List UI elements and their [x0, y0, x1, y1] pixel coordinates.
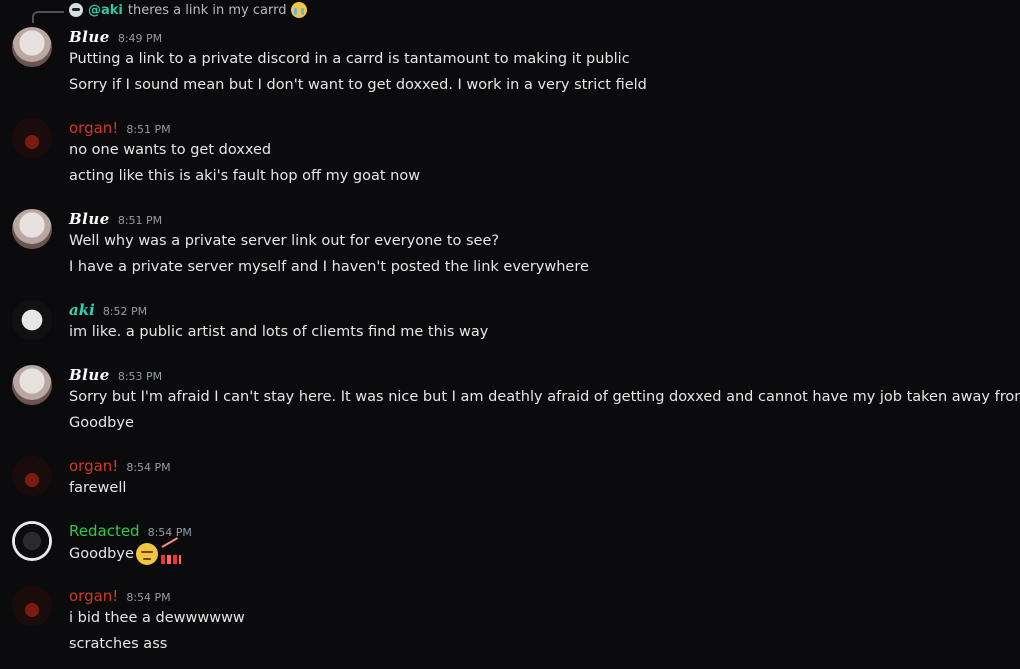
message-text: im like. a public artist and lots of cli…: [69, 324, 489, 340]
reply-author[interactable]: @aki: [88, 3, 123, 18]
avatar[interactable]: [12, 456, 52, 496]
reply-spine: [32, 11, 64, 23]
timestamp: 8:52 PM: [102, 305, 148, 318]
author-name[interactable]: aki: [69, 301, 95, 319]
message-text: farewell: [69, 480, 127, 496]
avatar[interactable]: [12, 27, 52, 67]
message-text: i bid thee a dewwwwww: [69, 610, 245, 626]
reply-avatar[interactable]: [69, 3, 83, 17]
timestamp: 8:54 PM: [147, 526, 192, 539]
message-text: Goodbye: [69, 546, 134, 562]
timestamp: 8:49 PM: [117, 32, 163, 45]
reply-text[interactable]: theres a link in my carrd: [128, 3, 287, 18]
message-text: scratches ass: [69, 636, 168, 652]
message-text: Well why was a private server link out f…: [69, 233, 500, 249]
message-text: Sorry but I'm afraid I can't stay here. …: [69, 389, 1020, 405]
timestamp: 8:54 PM: [126, 461, 171, 474]
chart-decreasing-emoji[interactable]: [160, 544, 182, 564]
message-text: acting like this is aki's fault hop off …: [69, 168, 421, 184]
chat-messages: @aki theres a link in my carrd Blue 8:49…: [0, 0, 1020, 669]
author-name[interactable]: organ!: [69, 457, 118, 475]
message-text: no one wants to get doxxed: [69, 142, 272, 158]
reply-reference[interactable]: @aki theres a link in my carrd: [69, 2, 308, 18]
timestamp: 8:53 PM: [117, 370, 163, 383]
avatar[interactable]: [12, 586, 52, 626]
author-name[interactable]: Redacted: [69, 522, 140, 540]
message-text: Sorry if I sound mean but I don't want t…: [69, 77, 647, 93]
author-name[interactable]: Blue: [69, 366, 110, 384]
author-name[interactable]: Blue: [69, 28, 110, 46]
timestamp: 8:54 PM: [126, 591, 171, 604]
avatar[interactable]: [12, 521, 52, 561]
timestamp: 8:51 PM: [126, 123, 171, 136]
message-text: Goodbye: [69, 415, 134, 431]
timestamp: 8:51 PM: [117, 214, 163, 227]
message-line: Goodbye: [69, 543, 182, 565]
avatar[interactable]: [12, 118, 52, 158]
author-name[interactable]: organ!: [69, 119, 118, 137]
pensive-face-emoji[interactable]: [135, 543, 158, 565]
avatar[interactable]: [12, 209, 52, 249]
loudly-crying-face-emoji: [291, 2, 308, 18]
message-text: I have a private server myself and I hav…: [69, 259, 589, 275]
author-name[interactable]: organ!: [69, 587, 118, 605]
avatar[interactable]: [12, 365, 52, 405]
avatar[interactable]: [12, 300, 52, 340]
author-name[interactable]: Blue: [69, 210, 110, 228]
message-text: Putting a link to a private discord in a…: [69, 51, 630, 67]
